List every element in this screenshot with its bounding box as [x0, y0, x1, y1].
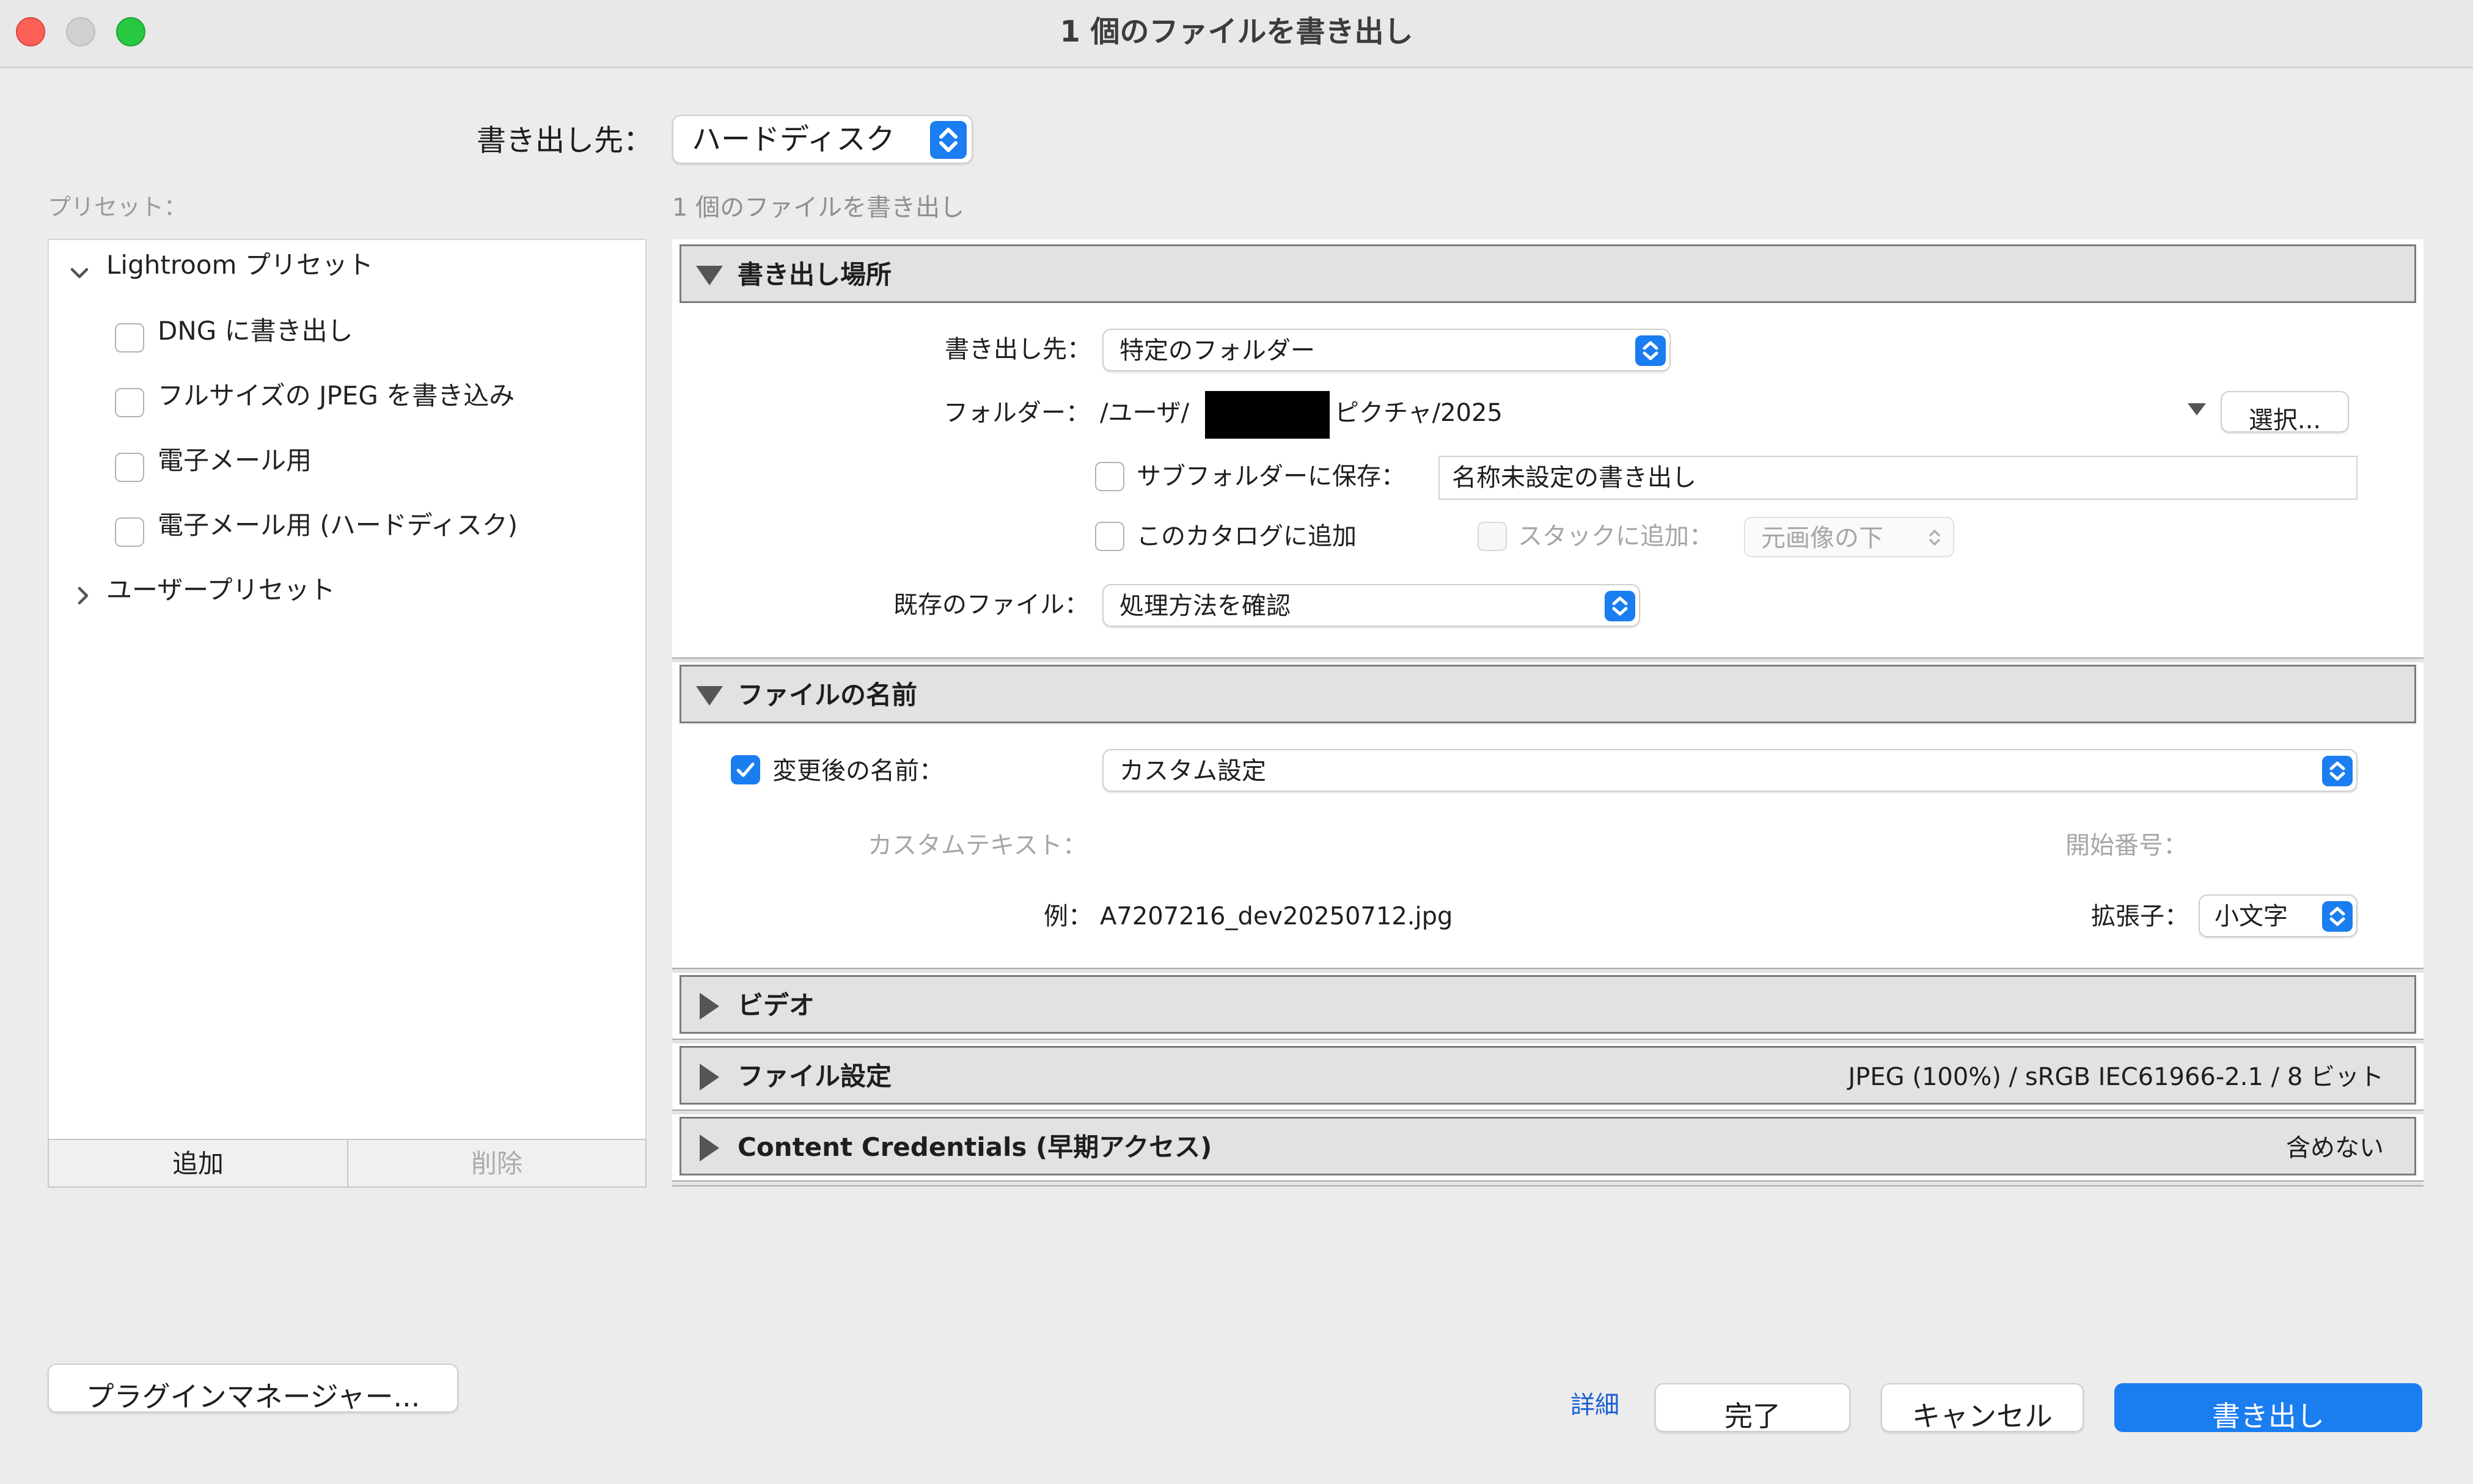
section-file-settings[interactable]: ファイル設定 JPEG (100%) / sRGB IEC61966-2.1 /… [680, 1046, 2416, 1105]
done-button[interactable]: 完了 [1655, 1383, 1850, 1433]
subfolder-label: サブフォルダーに保存： [1137, 462, 1405, 491]
export-to-popup[interactable]: ハードディスク [672, 115, 973, 164]
existing-files-label: 既存のファイル： [893, 591, 1089, 619]
existing-files-popup[interactable]: 処理方法を確認 [1102, 584, 1640, 627]
folder-path-suffix: ピクチャ/2025 [1335, 399, 1503, 427]
title-bar: 1 個のファイルを書き出し [0, 0, 2473, 68]
folder-history-dropdown-icon[interactable] [2188, 403, 2206, 415]
section-video[interactable]: ビデオ [680, 975, 2416, 1034]
subfolder-input[interactable]: 名称未設定の書き出し [1438, 456, 2358, 500]
preset-checkbox[interactable] [115, 323, 144, 353]
popup-stepper-icon [2322, 901, 2353, 932]
section-divider [672, 1180, 2424, 1186]
disclosure-right-icon [700, 1135, 719, 1161]
section-divider [672, 1109, 2424, 1114]
disclosure-down-icon [696, 686, 723, 706]
preset-group-user[interactable]: ユーザープリセット [106, 577, 335, 603]
disclosure-right-icon [700, 1064, 719, 1091]
add-to-stack-label: スタックに追加： [1518, 522, 1713, 550]
remove-preset-button[interactable]: 削除 [347, 1139, 647, 1188]
section-divider [672, 657, 2424, 662]
section-content-credentials[interactable]: Content Credentials (早期アクセス) 含めない [680, 1117, 2416, 1175]
main-subtitle: 1 個のファイルを書き出し [672, 194, 965, 222]
location-export-to-popup[interactable]: 特定のフォルダー [1102, 329, 1671, 371]
chevron-right-icon[interactable] [71, 583, 95, 608]
rename-checkbox[interactable] [731, 755, 760, 784]
stack-position-popup[interactable]: 元画像の下 [1744, 517, 1954, 557]
section-export-location[interactable]: 書き出し場所 [680, 244, 2416, 303]
preset-item-email-hd[interactable]: 電子メール用 (ハードディスク) [158, 513, 518, 538]
preset-checkbox[interactable] [115, 453, 144, 482]
chevron-down-icon[interactable] [67, 261, 92, 285]
section-divider [672, 968, 2424, 973]
popup-stepper-icon [2322, 756, 2353, 786]
rename-template-popup[interactable]: カスタム設定 [1102, 749, 2358, 792]
location-export-to-label: 書き出し先： [945, 335, 1091, 364]
extension-label: 拡張子： [2091, 902, 2189, 930]
popup-stepper-icon [1635, 335, 1666, 366]
example-filename: A7207216_dev20250712.jpg [1100, 902, 1453, 930]
section-file-naming[interactable]: ファイルの名前 [680, 665, 2416, 723]
preset-item-full-jpeg[interactable]: フルサイズの JPEG を書き込み [158, 383, 515, 409]
popup-stepper-icon [930, 121, 967, 159]
content-credentials-summary: 含めない [2286, 1134, 2384, 1162]
folder-path-prefix: /ユーザ/ [1100, 399, 1190, 427]
choose-folder-button[interactable]: 選択... [2221, 391, 2349, 434]
preset-checkbox[interactable] [115, 388, 144, 417]
subfolder-checkbox[interactable] [1095, 462, 1124, 491]
cancel-button[interactable]: キャンセル [1881, 1383, 2084, 1433]
disclosure-down-icon [696, 266, 723, 285]
add-to-catalog-label: このカタログに追加 [1137, 522, 1357, 550]
extension-case-popup[interactable]: 小文字 [2199, 894, 2358, 937]
rename-label: 変更後の名前： [772, 757, 943, 785]
add-to-catalog-checkbox[interactable] [1095, 522, 1124, 551]
details-link[interactable]: 詳細 [1570, 1393, 1619, 1417]
popup-stepper-icon [1605, 591, 1635, 621]
add-to-stack-checkbox[interactable] [1478, 522, 1507, 551]
folder-label: フォルダー： [943, 399, 1090, 427]
add-preset-button[interactable]: 追加 [48, 1139, 348, 1188]
window-title: 1 個のファイルを書き出し [1060, 15, 1413, 49]
preset-group-lightroom[interactable]: Lightroom プリセット [106, 252, 373, 278]
redacted-username [1205, 391, 1330, 439]
start-number-label: 開始番号： [2065, 832, 2188, 860]
preset-checkbox[interactable] [115, 517, 144, 547]
preset-item-dng[interactable]: DNG に書き出し [158, 318, 353, 344]
preset-item-email[interactable]: 電子メール用 [158, 448, 312, 473]
export-button[interactable]: 書き出し [2114, 1383, 2422, 1433]
disclosure-right-icon [700, 993, 719, 1020]
export-to-value: ハードディスク [692, 122, 895, 156]
plugin-manager-button[interactable]: プラグインマネージャー... [48, 1364, 458, 1413]
export-to-label: 書き出し先： [477, 123, 653, 158]
file-settings-summary: JPEG (100%) / sRGB IEC61966-2.1 / 8 ビット [1848, 1063, 2384, 1091]
popup-stepper-icon [1924, 525, 1946, 550]
custom-text-label: カスタムテキスト： [868, 832, 1087, 860]
example-label: 例： [1044, 902, 1093, 930]
section-divider [672, 1039, 2424, 1044]
presets-header: プリセット： [48, 194, 188, 221]
preset-list: Lightroom プリセット DNG に書き出し フルサイズの JPEG を書… [48, 239, 647, 1140]
